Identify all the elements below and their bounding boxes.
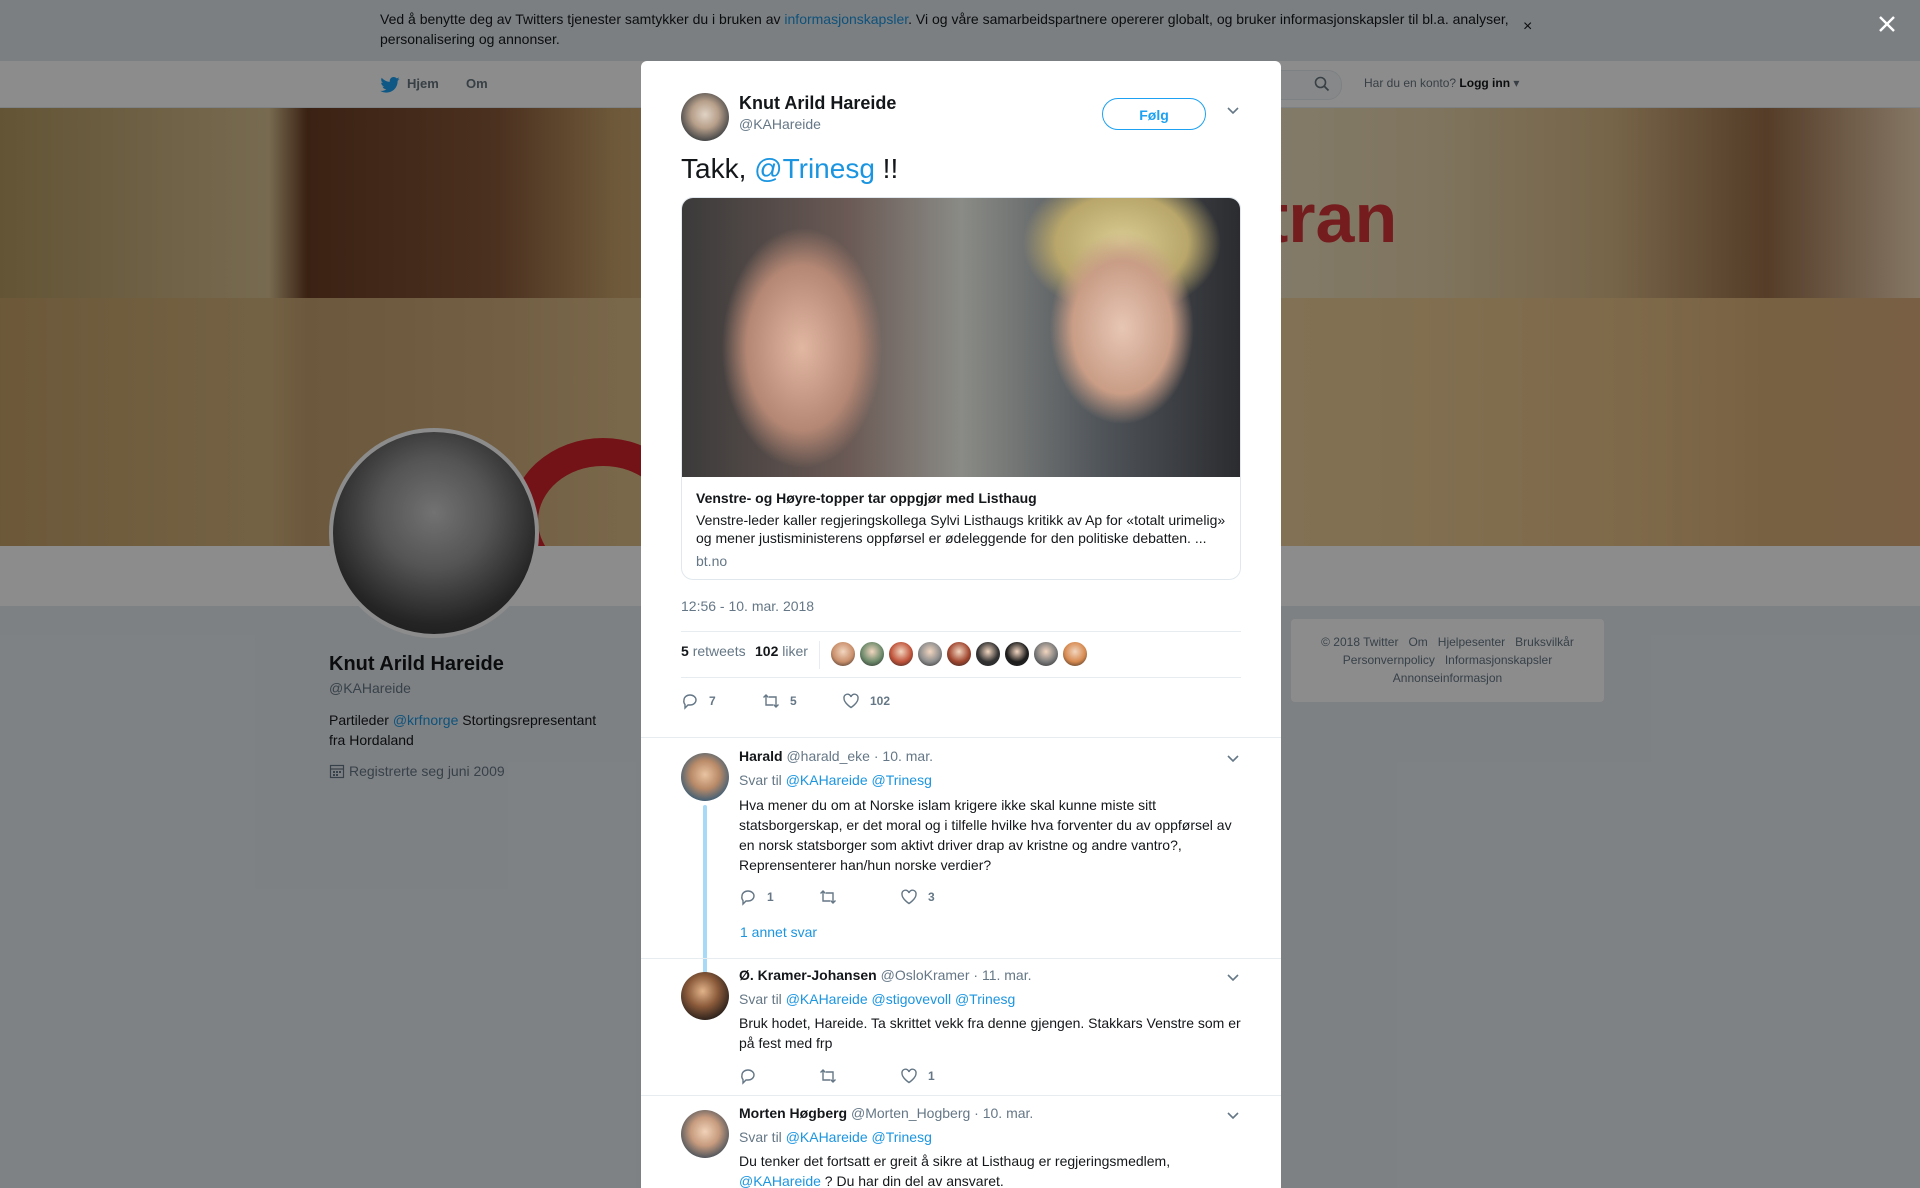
close-icon[interactable] (1873, 10, 1901, 38)
reply-action[interactable]: 7 (681, 692, 716, 710)
reply-author-handle[interactable]: @OsloKramer (881, 967, 970, 983)
card-domain: bt.no (696, 553, 728, 569)
reply-date[interactable]: · 11. mar. (973, 967, 1031, 983)
reply-to-mentions[interactable]: @KAHareide @Trinesg (786, 772, 932, 788)
card-title: Venstre- og Høyre-topper tar oppgjør med… (696, 490, 1037, 506)
retweet-action[interactable] (819, 1067, 847, 1085)
reply-icon (741, 1069, 755, 1085)
reply-avatar[interactable] (681, 1110, 729, 1158)
reply-text: Bruk hodet, Hareide. Ta skrittet vekk fr… (739, 1015, 1241, 1051)
reply-author-name[interactable]: Ø. Kramer-Johansen (739, 967, 877, 983)
reply-avatar[interactable] (681, 972, 729, 1020)
reply-action[interactable] (739, 1067, 767, 1085)
liker-avatar[interactable] (1062, 641, 1088, 667)
reply-text-mention[interactable]: @KAHareide (739, 1173, 821, 1188)
reply-author-handle[interactable]: @Morten_Hogberg (851, 1105, 970, 1121)
link-preview-card[interactable]: Venstre- og Høyre-topper tar oppgjør med… (681, 197, 1241, 580)
tweet-timestamp[interactable]: 12:56 - 10. mar. 2018 (681, 598, 814, 614)
retweet-stat[interactable]: 5 retweets (681, 643, 746, 659)
divider (641, 958, 1281, 959)
follow-button[interactable]: Følg (1102, 98, 1206, 130)
reply-header: Harald @harald_eke · 10. mar. (739, 748, 933, 764)
tweet-text: Takk, @Trinesg !! (681, 153, 899, 184)
like-action[interactable]: 102 (842, 692, 890, 710)
liker-avatar[interactable] (830, 641, 856, 667)
divider (681, 677, 1241, 678)
reply-text: Hva mener du om at Norske islam krigere … (739, 797, 1232, 873)
like-stat[interactable]: 102 liker (755, 643, 808, 659)
heart-icon (901, 889, 917, 905)
more-replies-link[interactable]: 1 annet svar (740, 924, 817, 940)
card-image (682, 198, 1240, 477)
retweet-action[interactable] (819, 888, 847, 906)
divider (641, 1095, 1281, 1096)
chevron-down-icon[interactable] (1226, 1110, 1240, 1120)
author-name[interactable]: Knut Arild Hareide (739, 93, 896, 114)
liker-avatar[interactable] (1004, 641, 1030, 667)
liker-avatar[interactable] (888, 641, 914, 667)
reply-text: Du tenker det fortsatt er greit å sikre … (739, 1153, 1171, 1188)
like-action[interactable]: 1 (900, 1067, 935, 1085)
retweet-icon (820, 1069, 836, 1083)
retweet-action[interactable]: 5 (762, 692, 797, 710)
divider (641, 737, 1281, 738)
author-avatar[interactable] (681, 93, 729, 141)
reply-to: Svar til @KAHareide @Trinesg (739, 1129, 932, 1145)
author-handle[interactable]: @KAHareide (739, 116, 821, 132)
reply-date[interactable]: · 10. mar. (874, 748, 933, 764)
liker-avatar[interactable] (859, 641, 885, 667)
reply-to: Svar til @KAHareide @stigovevoll @Trines… (739, 991, 1016, 1007)
chevron-down-icon[interactable] (1226, 105, 1240, 115)
reply-author-name[interactable]: Harald (739, 748, 783, 764)
reply-author-name[interactable]: Morten Høgberg (739, 1105, 847, 1121)
liker-avatar[interactable] (1033, 641, 1059, 667)
reply-header: Morten Høgberg @Morten_Hogberg · 10. mar… (739, 1105, 1033, 1121)
reply-icon (741, 890, 755, 906)
divider (681, 631, 1241, 632)
reply-icon (683, 694, 697, 710)
reply-header: Ø. Kramer-Johansen @OsloKramer · 11. mar… (739, 967, 1032, 983)
tweet-mention-link[interactable]: @Trinesg (754, 153, 875, 184)
retweet-icon (820, 890, 836, 904)
reply-date[interactable]: · 10. mar. (974, 1105, 1033, 1121)
heart-icon (901, 1068, 917, 1084)
chevron-down-icon[interactable] (1226, 753, 1240, 763)
heart-icon (843, 693, 859, 709)
reply-avatar[interactable] (681, 753, 729, 801)
like-action[interactable]: 3 (900, 888, 935, 906)
reply-to-mentions[interactable]: @KAHareide @Trinesg (786, 1129, 932, 1145)
retweet-icon (763, 694, 779, 708)
reply-author-handle[interactable]: @harald_eke (786, 748, 870, 764)
divider (819, 641, 820, 669)
reply-to: Svar til @KAHareide @Trinesg (739, 772, 932, 788)
liker-avatar[interactable] (975, 641, 1001, 667)
card-description: Venstre-leder kaller regjeringskollega S… (696, 512, 1226, 546)
chevron-down-icon[interactable] (1226, 972, 1240, 982)
liker-avatar[interactable] (946, 641, 972, 667)
reply-action[interactable]: 1 (739, 888, 774, 906)
liker-avatar[interactable] (917, 641, 943, 667)
reply-to-mentions[interactable]: @KAHareide @stigovevoll @Trinesg (786, 991, 1016, 1007)
tweet-permalink-modal: Knut Arild Hareide @KAHareide Følg Takk,… (641, 61, 1281, 1188)
